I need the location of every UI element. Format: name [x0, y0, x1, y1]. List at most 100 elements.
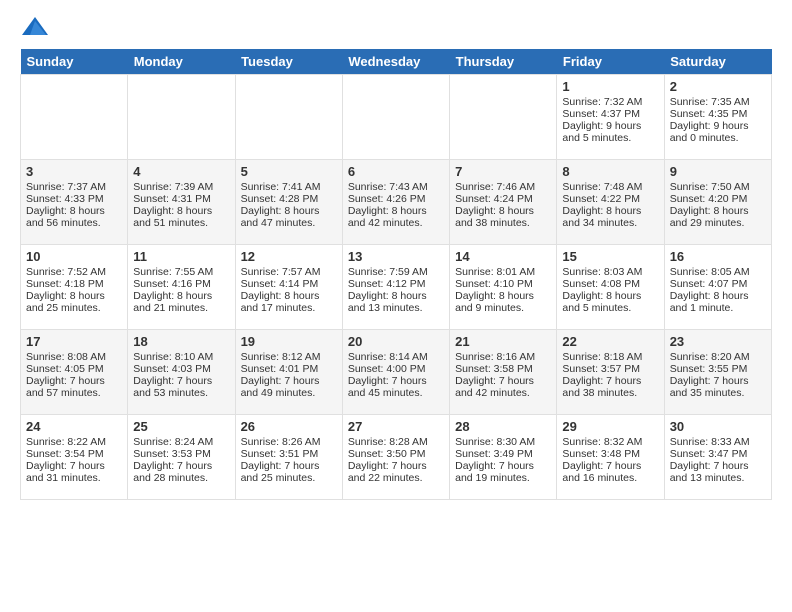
day-number: 15: [562, 249, 658, 264]
sunset-text: Sunset: 3:47 PM: [670, 448, 766, 460]
sunset-text: Sunset: 3:55 PM: [670, 363, 766, 375]
week-row-5: 24Sunrise: 8:22 AMSunset: 3:54 PMDayligh…: [21, 415, 772, 500]
daylight-text: Daylight: 7 hours and 45 minutes.: [348, 375, 444, 399]
day-number: 5: [241, 164, 337, 179]
day-number: 2: [670, 79, 766, 94]
daylight-text: Daylight: 8 hours and 42 minutes.: [348, 205, 444, 229]
sunrise-text: Sunrise: 8:24 AM: [133, 436, 229, 448]
day-cell: 29Sunrise: 8:32 AMSunset: 3:48 PMDayligh…: [557, 415, 664, 500]
sunset-text: Sunset: 4:03 PM: [133, 363, 229, 375]
sunrise-text: Sunrise: 7:39 AM: [133, 181, 229, 193]
sunrise-text: Sunrise: 8:32 AM: [562, 436, 658, 448]
daylight-text: Daylight: 8 hours and 5 minutes.: [562, 290, 658, 314]
day-number: 14: [455, 249, 551, 264]
sunset-text: Sunset: 3:58 PM: [455, 363, 551, 375]
day-number: 17: [26, 334, 122, 349]
sunset-text: Sunset: 4:37 PM: [562, 108, 658, 120]
sunrise-text: Sunrise: 7:43 AM: [348, 181, 444, 193]
logo-icon: [20, 15, 50, 39]
day-header-wednesday: Wednesday: [342, 49, 449, 75]
day-cell: 7Sunrise: 7:46 AMSunset: 4:24 PMDaylight…: [450, 160, 557, 245]
sunset-text: Sunset: 4:26 PM: [348, 193, 444, 205]
sunrise-text: Sunrise: 7:46 AM: [455, 181, 551, 193]
sunrise-text: Sunrise: 8:22 AM: [26, 436, 122, 448]
sunset-text: Sunset: 4:01 PM: [241, 363, 337, 375]
sunrise-text: Sunrise: 7:48 AM: [562, 181, 658, 193]
calendar-header-row: SundayMondayTuesdayWednesdayThursdayFrid…: [21, 49, 772, 75]
day-cell: 17Sunrise: 8:08 AMSunset: 4:05 PMDayligh…: [21, 330, 128, 415]
day-number: 4: [133, 164, 229, 179]
calendar-table: SundayMondayTuesdayWednesdayThursdayFrid…: [20, 49, 772, 500]
sunset-text: Sunset: 4:10 PM: [455, 278, 551, 290]
sunrise-text: Sunrise: 7:57 AM: [241, 266, 337, 278]
daylight-text: Daylight: 7 hours and 16 minutes.: [562, 460, 658, 484]
sunrise-text: Sunrise: 7:35 AM: [670, 96, 766, 108]
day-cell: 27Sunrise: 8:28 AMSunset: 3:50 PMDayligh…: [342, 415, 449, 500]
day-cell: 2Sunrise: 7:35 AMSunset: 4:35 PMDaylight…: [664, 75, 771, 160]
daylight-text: Daylight: 8 hours and 21 minutes.: [133, 290, 229, 314]
sunrise-text: Sunrise: 8:12 AM: [241, 351, 337, 363]
day-number: 13: [348, 249, 444, 264]
day-number: 11: [133, 249, 229, 264]
day-number: 21: [455, 334, 551, 349]
day-number: 23: [670, 334, 766, 349]
day-cell: 19Sunrise: 8:12 AMSunset: 4:01 PMDayligh…: [235, 330, 342, 415]
daylight-text: Daylight: 7 hours and 38 minutes.: [562, 375, 658, 399]
daylight-text: Daylight: 8 hours and 47 minutes.: [241, 205, 337, 229]
day-cell: 16Sunrise: 8:05 AMSunset: 4:07 PMDayligh…: [664, 245, 771, 330]
day-number: 3: [26, 164, 122, 179]
daylight-text: Daylight: 8 hours and 34 minutes.: [562, 205, 658, 229]
day-number: 20: [348, 334, 444, 349]
sunset-text: Sunset: 3:48 PM: [562, 448, 658, 460]
sunrise-text: Sunrise: 7:41 AM: [241, 181, 337, 193]
day-number: 16: [670, 249, 766, 264]
sunrise-text: Sunrise: 8:08 AM: [26, 351, 122, 363]
day-number: 18: [133, 334, 229, 349]
daylight-text: Daylight: 8 hours and 9 minutes.: [455, 290, 551, 314]
day-cell: 24Sunrise: 8:22 AMSunset: 3:54 PMDayligh…: [21, 415, 128, 500]
sunrise-text: Sunrise: 8:01 AM: [455, 266, 551, 278]
sunset-text: Sunset: 3:53 PM: [133, 448, 229, 460]
day-number: 12: [241, 249, 337, 264]
day-cell: 12 Sunrise: 7:57 AMSunset: 4:14 PMDayligh…: [235, 245, 342, 330]
day-cell: 5Sunrise: 7:41 AMSunset: 4:28 PMDaylight…: [235, 160, 342, 245]
day-cell: 4Sunrise: 7:39 AMSunset: 4:31 PMDaylight…: [128, 160, 235, 245]
daylight-text: Daylight: 7 hours and 35 minutes.: [670, 375, 766, 399]
day-cell: 1Sunrise: 7:32 AMSunset: 4:37 PMDaylight…: [557, 75, 664, 160]
sunrise-text: Sunrise: 8:20 AM: [670, 351, 766, 363]
day-cell: 8Sunrise: 7:48 AMSunset: 4:22 PMDaylight…: [557, 160, 664, 245]
day-cell: 6 Sunrise: 7:43 AMSunset: 4:26 PMDaylight…: [342, 160, 449, 245]
sunrise-text: Sunrise: 7:59 AM: [348, 266, 444, 278]
day-header-tuesday: Tuesday: [235, 49, 342, 75]
daylight-text: Daylight: 9 hours and 0 minutes.: [670, 120, 766, 144]
day-number: 22: [562, 334, 658, 349]
day-cell: 10Sunrise: 7:52 AMSunset: 4:18 PMDayligh…: [21, 245, 128, 330]
day-cell: 20Sunrise: 8:14 AMSunset: 4:00 PMDayligh…: [342, 330, 449, 415]
sunset-text: Sunset: 4:16 PM: [133, 278, 229, 290]
sunset-text: Sunset: 3:51 PM: [241, 448, 337, 460]
day-header-monday: Monday: [128, 49, 235, 75]
daylight-text: Daylight: 7 hours and 19 minutes.: [455, 460, 551, 484]
day-number: 6: [348, 164, 444, 179]
sunset-text: Sunset: 4:14 PM: [241, 278, 337, 290]
sunrise-text: Sunrise: 8:14 AM: [348, 351, 444, 363]
day-cell: 26Sunrise: 8:26 AMSunset: 3:51 PMDayligh…: [235, 415, 342, 500]
day-cell: 14 Sunrise: 8:01 AMSunset: 4:10 PMDayligh…: [450, 245, 557, 330]
sunset-text: Sunset: 4:24 PM: [455, 193, 551, 205]
day-number: 8: [562, 164, 658, 179]
sunrise-text: Sunrise: 8:28 AM: [348, 436, 444, 448]
day-number: 9: [670, 164, 766, 179]
day-number: 25: [133, 419, 229, 434]
daylight-text: Daylight: 8 hours and 17 minutes.: [241, 290, 337, 314]
daylight-text: Daylight: 8 hours and 56 minutes.: [26, 205, 122, 229]
day-cell: [128, 75, 235, 160]
day-cell: 9Sunrise: 7:50 AMSunset: 4:20 PMDaylight…: [664, 160, 771, 245]
sunset-text: Sunset: 4:12 PM: [348, 278, 444, 290]
day-number: 27: [348, 419, 444, 434]
day-cell: 13Sunrise: 7:59 AMSunset: 4:12 PMDayligh…: [342, 245, 449, 330]
day-cell: [342, 75, 449, 160]
daylight-text: Daylight: 7 hours and 31 minutes.: [26, 460, 122, 484]
week-row-3: 10Sunrise: 7:52 AMSunset: 4:18 PMDayligh…: [21, 245, 772, 330]
day-cell: 25Sunrise: 8:24 AMSunset: 3:53 PMDayligh…: [128, 415, 235, 500]
daylight-text: Daylight: 7 hours and 53 minutes.: [133, 375, 229, 399]
